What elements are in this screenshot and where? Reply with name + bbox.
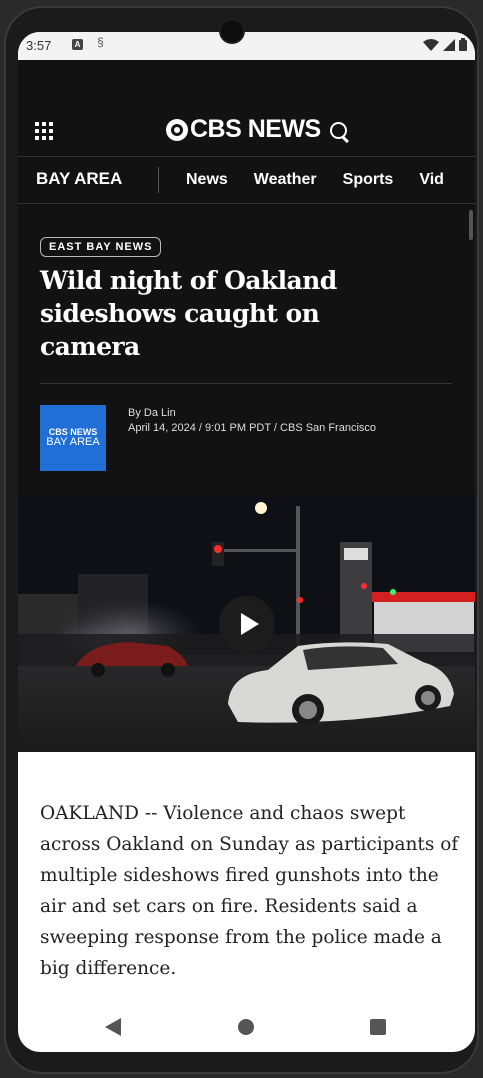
menu-grid-icon[interactable] <box>35 122 53 140</box>
station-logo-line2: BAY AREA <box>46 436 100 448</box>
top-bar: CBS NEWS <box>18 60 475 154</box>
headline: Wild night of Oakland sideshows caught o… <box>40 266 337 361</box>
back-icon[interactable] <box>105 1018 121 1036</box>
front-camera <box>221 20 243 42</box>
byline: By Da Lin April 14, 2024 / 9:01 PM PDT /… <box>128 406 376 436</box>
nav-divider <box>158 167 159 193</box>
nav-item-weather[interactable]: Weather <box>254 171 317 189</box>
nav-item-sports[interactable]: Sports <box>343 171 394 189</box>
divider <box>40 383 452 384</box>
video-player[interactable] <box>18 494 475 752</box>
battery-icon <box>459 38 467 51</box>
search-icon[interactable] <box>330 122 347 139</box>
status-icons <box>423 38 467 51</box>
recents-icon[interactable] <box>370 1019 386 1035</box>
logo-text: CBS NEWS <box>190 115 321 143</box>
notification-a-icon: A <box>72 39 83 50</box>
cbs-eye-icon <box>166 118 188 141</box>
nav-section-bay-area[interactable]: BAY AREA <box>36 169 122 189</box>
category-tag[interactable]: EAST BAY NEWS <box>40 237 162 257</box>
author[interactable]: By Da Lin <box>128 406 376 421</box>
cbs-news-logo[interactable]: CBS NEWS <box>166 115 321 144</box>
dateline: April 14, 2024 / 9:01 PM PDT / CBS San F… <box>128 422 377 434</box>
screen: 3:57 A § CBS NEWS BAY AREA News Weather … <box>18 32 475 1052</box>
notification-s-icon: § <box>97 35 104 49</box>
nav-item-news[interactable]: News <box>186 171 228 189</box>
home-icon[interactable] <box>238 1019 254 1035</box>
system-nav-bar <box>18 1002 475 1052</box>
play-icon[interactable] <box>219 596 275 652</box>
station-logo: CBS NEWS BAY AREA <box>40 405 106 471</box>
article-body: OAKLAND -- Violence and chaos swept acro… <box>40 803 459 979</box>
nav-item-video[interactable]: Vid <box>419 171 444 189</box>
signal-icon <box>443 38 455 51</box>
phone-frame: 3:57 A § CBS NEWS BAY AREA News Weather … <box>4 6 479 1074</box>
article-header: CBS NEWS BAY AREA News Weather Sports Vi… <box>18 60 475 494</box>
section-nav: BAY AREA News Weather Sports Vid <box>18 156 475 204</box>
status-time: 3:57 <box>26 38 52 53</box>
nav-items: News Weather Sports Vid <box>186 171 444 189</box>
wifi-icon <box>423 38 439 51</box>
status-bar: 3:57 A § <box>18 32 475 60</box>
scrollbar[interactable] <box>469 210 473 240</box>
